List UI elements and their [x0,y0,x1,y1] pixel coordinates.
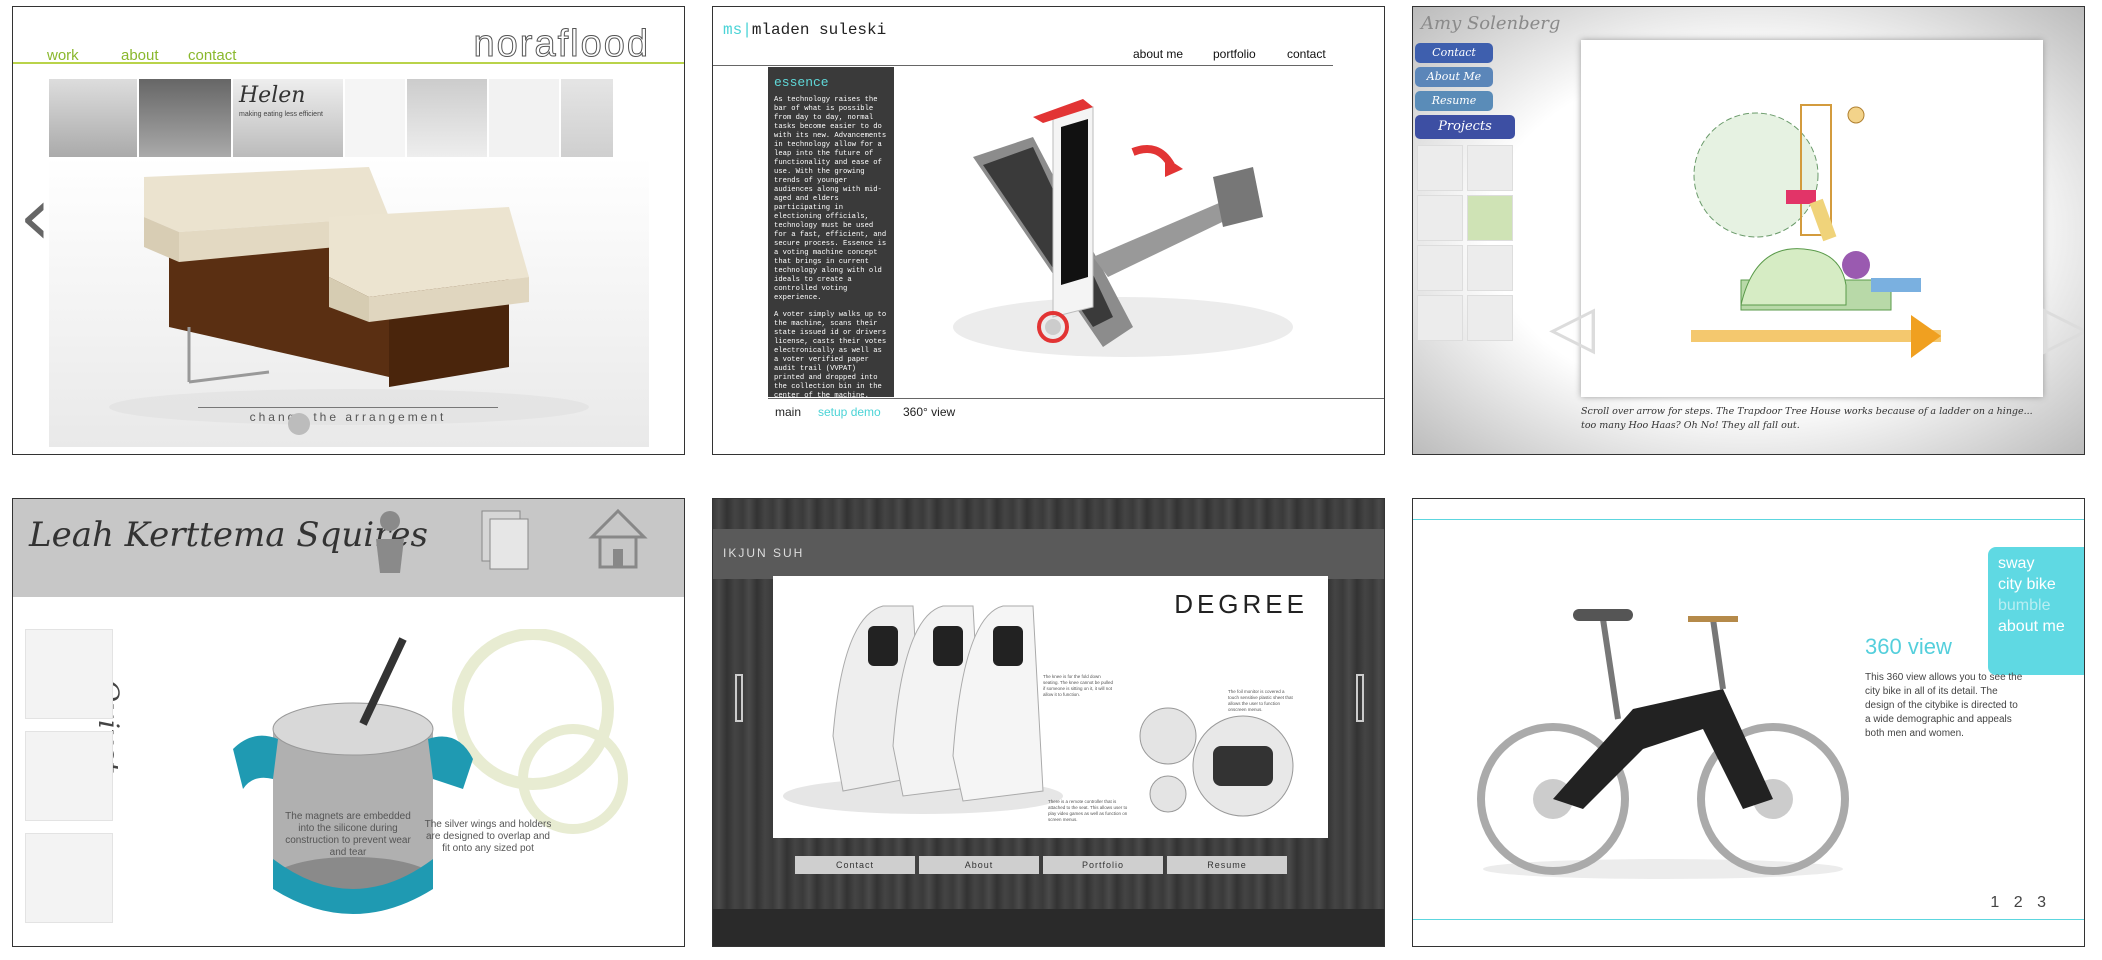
callout-note: The knee is for the fold down seating. T… [1043,674,1113,697]
page-2-link[interactable]: 2 [2014,894,2023,911]
project-thumbnail[interactable] [1467,195,1513,241]
next-arrow-icon[interactable]: ▷ [2043,292,2084,362]
nav-about-me-link[interactable]: about me [1998,616,2074,637]
footer-divider [768,398,1384,399]
site-logo[interactable]: ms|mladen suleski [723,21,886,39]
project-thumbnail[interactable] [1417,295,1463,341]
tab-360-view[interactable]: 360° view [903,405,955,419]
panel-amy-solenberg: Amy Solenberg Contact About Me Resume Pr… [1412,6,2085,455]
pot-image [233,629,628,914]
project-viewer [1581,40,2043,397]
thumbnail[interactable] [489,79,559,157]
arrangement-slider-knob[interactable] [288,413,310,435]
logo-monogram: ms [723,21,743,39]
header-bar [713,529,1384,579]
nav-about-link[interactable]: About [919,856,1039,874]
documents-icon[interactable] [478,507,533,572]
arrangement-slider-track[interactable] [198,407,498,408]
site-logo[interactable]: Amy Solenberg [1421,13,1560,34]
pagination: 1 2 3 [1980,894,2046,912]
essence-description-box: essence As technology raises the bar of … [768,67,894,400]
project-thumbnail[interactable] [1417,245,1463,291]
thumbnail-title: Helen [239,83,306,108]
thumbnail-strip: Helen making eating less efficient [49,79,649,157]
nav-resume-link[interactable]: Resume [1167,856,1287,874]
section-heading: 360 view [1865,634,1952,659]
nav-bumble-link[interactable]: bumble [1998,595,2074,616]
header-divider [713,65,1333,66]
panel-leah-squires: Leah Kerttema Squires Quivet The magnets… [12,498,685,947]
nav-projects-button[interactable]: Projects [1415,115,1515,139]
nav-menu: Contact About Portfolio Resume [795,856,1295,874]
section-description: This 360 view allows you to see the city… [1865,672,2023,739]
thumbnail[interactable] [25,731,113,821]
thumbnail[interactable] [345,79,405,157]
nav-contact-link[interactable]: Contact [795,856,915,874]
person-icon[interactable] [368,509,413,574]
project-thumbnail[interactable] [1467,145,1513,191]
nav-sway-link[interactable]: sway [1998,553,2074,574]
project-thumbnail[interactable] [1417,195,1463,241]
home-icon[interactable] [588,507,648,572]
thumbnail[interactable]: Helen making eating less efficient [233,79,343,157]
project-caption: Scroll over arrow for steps. The Trapdoo… [1581,406,2033,431]
panel-mladen-suleski: ms|mladen suleski about me portfolio con… [712,6,1385,455]
callout-note: The foil monitor is covered a touch sens… [1228,689,1293,712]
nav-work-link[interactable]: work [47,47,79,64]
project-title: DEGREE [1174,589,1308,619]
project-thumbnail[interactable] [1467,295,1513,341]
thumbnail[interactable] [49,79,137,157]
panel-ikjun-suh: IKJUN SUH DEGREE The knee is for the fol… [712,498,1385,947]
project-thumbnail[interactable] [1467,245,1513,291]
callout-note: The silver wings and holders are designe… [424,819,552,854]
site-logo[interactable]: IKJUN SUH [723,546,804,560]
logo-name: mladen suleski [751,21,887,39]
nav-portfolio-link[interactable]: portfolio [1213,47,1256,61]
bike-image [1477,609,1849,879]
project-thumbnail-grid [1417,145,1513,341]
page-3-link[interactable]: 3 [2037,894,2046,911]
page-1-link[interactable]: 1 [1990,894,1999,911]
prev-arrow-icon[interactable]: ‹ [19,177,51,257]
bottom-accent-line [1413,919,2084,920]
tab-main[interactable]: main [775,405,801,419]
site-logo[interactable]: noraflood [473,23,650,66]
nav-contact-button[interactable]: Contact [1415,43,1493,63]
callout-note: The magnets are embedded into the silico… [285,811,411,858]
nav-about-me-link[interactable]: about me [1133,47,1183,61]
thumbnail[interactable] [25,833,113,923]
essence-paragraph: As technology raises the bar of what is … [774,96,887,302]
thumbnail[interactable] [25,629,113,719]
arrangement-slider-label: change the arrangement [249,410,447,424]
nav-resume-button[interactable]: Resume [1415,91,1493,111]
nav-city-bike-link[interactable]: city bike [1998,574,2074,595]
nav-portfolio-link[interactable]: Portfolio [1043,856,1163,874]
nav-about-button[interactable]: About Me [1415,67,1493,87]
thumbnail[interactable] [407,79,487,157]
panel-sway-bike: sway city bike bumble about me 360 view … [1412,498,2085,947]
essence-paragraph: A voter simply walks up to the machine, … [774,311,887,400]
logo-separator: | [742,21,752,39]
nav-about-link[interactable]: about [121,47,159,64]
voting-machine-image [953,99,1293,357]
next-handle[interactable] [1356,674,1364,722]
top-accent-line [1413,519,2084,520]
tab-setup-demo[interactable]: setup demo [818,405,881,419]
nav-contact-link[interactable]: contact [1287,47,1326,61]
prev-arrow-icon[interactable]: ◁ [1549,292,1595,362]
project-thumbnail[interactable] [1417,145,1463,191]
thumbnail-subtitle: making eating less efficient [239,111,323,118]
callout-note: There is a remote controller that is att… [1048,799,1128,822]
nav-contact-link[interactable]: contact [188,47,236,64]
thumbnail[interactable] [139,79,231,157]
tree-house-illustration [1691,104,1941,358]
nav-tab: sway city bike bumble about me [1988,547,2084,675]
essence-title: essence [774,75,829,90]
footer-band [713,909,1384,946]
bench-image [49,157,649,447]
panel-nora-flood: work about contact noraflood Helen makin… [12,6,685,455]
prev-handle[interactable] [735,674,743,722]
thumbnail[interactable] [561,79,613,157]
